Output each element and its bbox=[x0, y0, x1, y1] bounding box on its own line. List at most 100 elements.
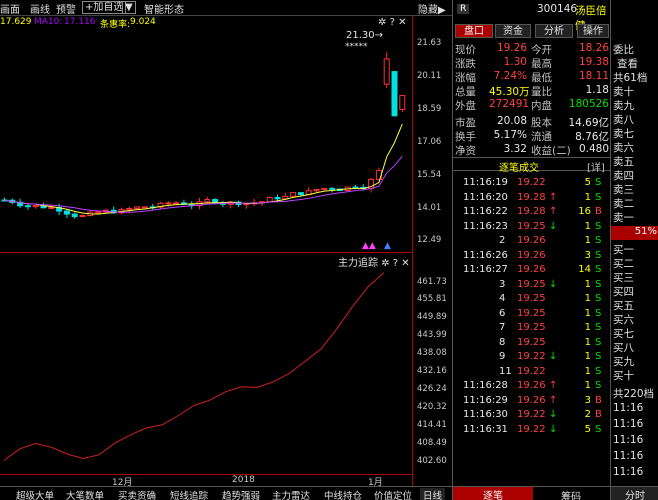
candle bbox=[290, 192, 297, 197]
tab-orderbook[interactable]: 盘口 bbox=[455, 24, 493, 38]
candle bbox=[141, 206, 148, 209]
tick-volume: 1 bbox=[584, 322, 591, 333]
sell-level: 卖六 bbox=[613, 142, 634, 154]
y-tick: 12.49 bbox=[417, 235, 442, 245]
sell-level: 卖十 bbox=[613, 86, 634, 98]
toolbar-item-alert[interactable]: 预警 bbox=[56, 1, 76, 16]
candle bbox=[266, 197, 273, 203]
app-window: 画面 画线 预警 +加自选 ▼ 智能形态 隐藏▶ 17.629 MA10: 17… bbox=[0, 0, 658, 500]
x-tick: 2018 bbox=[232, 475, 255, 485]
buy-depth-count: 共220档 bbox=[613, 388, 655, 400]
candle bbox=[212, 199, 219, 204]
tick-arrow: ↓ bbox=[549, 278, 558, 290]
tick-price: 19.26 bbox=[517, 380, 546, 391]
quote-label: 市盈 bbox=[455, 117, 476, 129]
tick-row: 11 19.22 1 S bbox=[453, 365, 611, 379]
sell-level: 卖四 bbox=[613, 170, 634, 182]
tick-time: 11:16:20 bbox=[463, 191, 508, 203]
tab-ticks[interactable]: 逐笔 bbox=[453, 487, 533, 500]
tab-funds[interactable]: 资金 bbox=[495, 24, 531, 38]
price-axis: 21.63 20.11 18.59 17.06 15.54 14.01 12.4… bbox=[412, 16, 452, 486]
tab-analysis[interactable]: 分析 bbox=[535, 24, 573, 38]
tick-row: 9 19.22 ↓ 1 S bbox=[453, 350, 611, 364]
tab-super-order[interactable]: 超级大单 bbox=[16, 488, 54, 500]
quote-value: 45.30万 bbox=[489, 86, 530, 98]
candle bbox=[391, 71, 398, 117]
toolbar-item-screen[interactable]: 画面 bbox=[0, 1, 20, 16]
sell-depth-count: 共61档 bbox=[613, 72, 648, 84]
sell-level: 卖九 bbox=[613, 100, 634, 112]
candle bbox=[134, 206, 141, 209]
tick-price: 19.26 bbox=[517, 264, 546, 275]
tick-time: 11:16:26 bbox=[463, 249, 508, 261]
kline-chart[interactable]: ▲▲ ▲ bbox=[0, 30, 412, 252]
help-icon[interactable]: ? bbox=[390, 17, 395, 28]
add-watchlist-button[interactable]: +加自选 bbox=[82, 1, 127, 14]
tick-price: 19.22 bbox=[517, 365, 546, 377]
order-ratio-bar: 51% bbox=[611, 226, 658, 240]
quote-label: 今开 bbox=[531, 44, 552, 56]
quote-value: 18.11 bbox=[578, 70, 609, 82]
candle bbox=[399, 95, 406, 110]
tab-chips[interactable]: 筹码 bbox=[561, 488, 581, 500]
close-icon[interactable]: ✕ bbox=[398, 17, 406, 28]
tab-trend[interactable]: 趋势强弱 bbox=[222, 488, 260, 500]
quote-value: 5.17% bbox=[493, 129, 527, 141]
tab-intraday[interactable]: 分时 bbox=[611, 486, 658, 500]
ticks-footer: 逐笔 筹码 bbox=[453, 486, 611, 500]
tab-main-radar[interactable]: 主力雷达 bbox=[272, 488, 310, 500]
candle bbox=[313, 189, 320, 192]
tick-row: 11:16:22 19.28 ↑ 16 B bbox=[453, 205, 611, 219]
y-tick: 438.08 bbox=[417, 348, 447, 358]
tick-time: 11:16:27 bbox=[463, 264, 508, 275]
buy-level: 买五 bbox=[613, 300, 634, 312]
tick-arrow: ↑ bbox=[549, 191, 558, 203]
watchlist-dropdown[interactable]: ▼ bbox=[122, 1, 136, 14]
tick-price: 19.22 bbox=[517, 409, 546, 420]
hide-button[interactable]: 隐藏▶ bbox=[418, 1, 446, 16]
tab-short-track[interactable]: 短线追踪 bbox=[170, 488, 208, 500]
ticks-detail-link[interactable]: [详] bbox=[587, 159, 605, 174]
order-ratio-label: 委比 bbox=[613, 44, 634, 56]
candle bbox=[24, 205, 31, 208]
tab-daily[interactable]: 日线 bbox=[420, 488, 446, 500]
indicator-tabs: 超级大单 大笔数单 买卖资确 短线追踪 趋势强弱 主力雷达 中线持仓 价值定位 … bbox=[0, 486, 452, 500]
tick-side: S bbox=[595, 235, 602, 246]
time-entry: 11:16 bbox=[613, 466, 644, 478]
toolbar-item-draw[interactable]: 画线 bbox=[30, 1, 50, 16]
tick-row: 6 19.25 1 S bbox=[453, 307, 611, 321]
toolbar-item-pattern[interactable]: 智能形态 bbox=[144, 1, 184, 16]
tick-volume: 1 bbox=[584, 336, 591, 348]
time-entry: 11:16 bbox=[613, 418, 644, 430]
tab-value[interactable]: 价值定位 bbox=[374, 488, 412, 500]
tab-trade-capital[interactable]: 买卖资确 bbox=[118, 488, 156, 500]
tick-side: B bbox=[595, 394, 602, 406]
quote-label: 最低 bbox=[531, 72, 552, 84]
tick-side: S bbox=[595, 264, 602, 275]
buy-level: 买六 bbox=[613, 314, 634, 326]
tab-big-order[interactable]: 大笔数单 bbox=[66, 488, 104, 500]
y-tick: 18.59 bbox=[417, 104, 442, 114]
quote-value: 3.32 bbox=[503, 143, 527, 155]
orderbook-view-link[interactable]: 查看 bbox=[617, 56, 638, 71]
x-axis: 12月 2018 1月 bbox=[0, 474, 412, 488]
tick-volume: 5 bbox=[584, 423, 591, 435]
tick-side: S bbox=[595, 249, 602, 261]
tick-price: 19.25 bbox=[517, 293, 546, 304]
quote-label: 涨跌 bbox=[455, 58, 476, 70]
gear-icon[interactable]: ✲ bbox=[378, 17, 386, 28]
candle bbox=[173, 202, 180, 205]
tab-operate[interactable]: 操作 bbox=[577, 24, 609, 38]
quote-value: 1.30 bbox=[503, 56, 527, 68]
y-tick: 15.54 bbox=[417, 170, 442, 180]
quote-label: 现价 bbox=[455, 44, 476, 56]
y-tick: 402.60 bbox=[417, 456, 447, 466]
candle bbox=[126, 207, 133, 211]
tick-time: 9 bbox=[499, 351, 506, 362]
tick-time: 8 bbox=[499, 336, 506, 348]
y-tick: 408.49 bbox=[417, 438, 447, 448]
tab-mid-hold[interactable]: 中线持仓 bbox=[324, 488, 362, 500]
indicator-chart[interactable] bbox=[0, 266, 412, 472]
tick-volume: 2 bbox=[584, 409, 591, 420]
tick-time: 7 bbox=[499, 322, 506, 333]
